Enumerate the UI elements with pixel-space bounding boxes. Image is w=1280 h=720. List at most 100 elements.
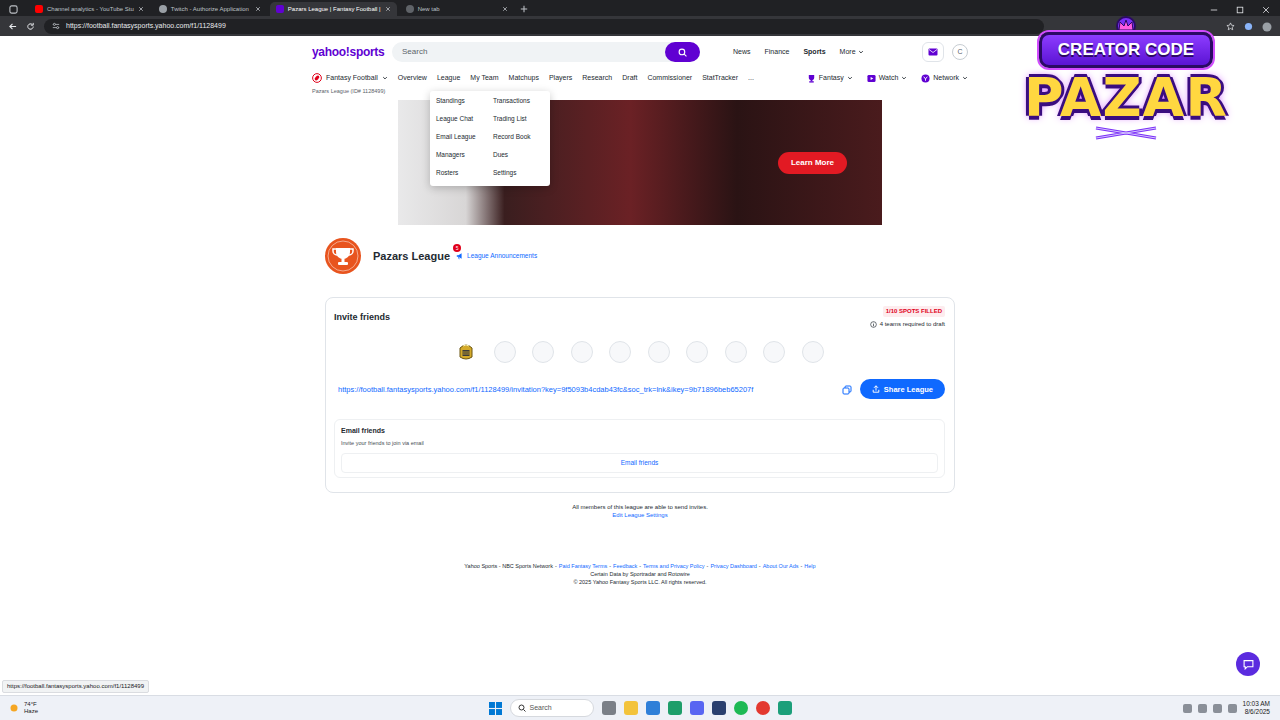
reload-icon[interactable] [26,14,35,38]
taskbar-search[interactable]: Search [510,699,594,717]
share-league-label: Share League [884,384,933,395]
profile-icon[interactable] [1262,14,1272,38]
header-link[interactable]: More [840,47,864,58]
search-input[interactable] [392,46,665,58]
menu-item[interactable]: Dues [493,146,544,164]
browser-tab[interactable]: Pazars League | Fantasy Football | [270,2,397,16]
browser-app-icon[interactable] [756,701,770,715]
league-nav-item[interactable]: Draft [622,73,637,84]
close-icon[interactable] [1262,0,1270,21]
fantasy-football-menu[interactable]: Fantasy Football [312,73,388,84]
crossed-swords-icon [1086,126,1166,140]
football-icon [312,73,322,83]
footer-separator: - [555,563,557,569]
tab-close-icon[interactable] [138,6,144,12]
menu-column: StandingsLeague ChatEmail LeagueManagers… [436,92,487,182]
menu-item[interactable]: Transactions [493,92,544,110]
footer-link[interactable]: Paid Fantasy Terms [559,563,608,569]
header-link[interactable]: News [733,47,751,58]
menu-item[interactable]: Settings [493,164,544,182]
menu-item[interactable]: Rosters [436,164,487,182]
league-nav-item[interactable]: LeagueStandingsLeague ChatEmail LeagueMa… [437,73,460,84]
league-nav-item[interactable]: Players [549,73,572,84]
league-announcements-link[interactable]: League Announcements 5 [456,251,537,261]
copy-icon[interactable] [842,377,852,401]
footer-link[interactable]: Help [804,563,815,569]
header-link[interactable]: Finance [765,47,790,58]
bookmark-star-icon[interactable] [1226,14,1235,38]
league-nav-item[interactable]: Overview [398,73,427,84]
weather-condition: Haze [24,708,38,715]
search-button[interactable] [665,42,700,62]
task-view-icon[interactable] [602,701,616,715]
draft-requirement: 4 teams required to draft [870,320,945,329]
chat-button[interactable] [1236,652,1260,676]
weather-widget[interactable]: 74°F Haze [0,701,489,715]
league-nav-label: My Team [470,74,498,81]
menu-item[interactable]: Trading List [493,110,544,128]
back-icon[interactable] [8,14,17,38]
tab-close-icon[interactable] [502,6,508,12]
profile-avatar[interactable]: C [952,44,968,60]
maximize-icon[interactable] [1236,0,1244,21]
edit-league-settings-link[interactable]: Edit League Settings [612,512,667,518]
browser-tab[interactable]: Twitch - Authorize Application [153,2,267,16]
learn-more-button[interactable]: Learn More [778,152,847,174]
email-friends-button[interactable]: Email friends [341,453,938,473]
windows-start-icon[interactable] [489,696,502,720]
footer-link[interactable]: About Our Ads [763,563,799,569]
clock[interactable]: 10:03 AM 8/6/2025 [1243,700,1270,716]
tray-app-icon[interactable] [1183,704,1192,713]
minimize-icon[interactable] [1210,0,1218,21]
footer-link[interactable]: Yahoo Sports - NBC Sports Network [464,563,553,569]
network-label: Network [933,73,959,84]
steam-icon[interactable] [712,701,726,715]
chrome-icon[interactable] [668,701,682,715]
mail-icon[interactable] [922,42,944,62]
footer-separator: - [609,563,611,569]
volume-icon[interactable] [1228,704,1237,713]
tray-app-icon[interactable] [1198,704,1207,713]
league-nav-item[interactable]: Commissioner [647,73,692,84]
members-note: All members of this league are able to s… [312,503,968,511]
menu-item[interactable]: Record Book [493,128,544,146]
league-nav-item[interactable]: StatTracker [702,73,738,84]
fantasy-menu[interactable]: Fantasy [807,73,853,84]
spotify-icon[interactable] [734,701,748,715]
network-menu[interactable]: Network [921,73,968,84]
menu-item[interactable]: League Chat [436,110,487,128]
menu-item[interactable]: Managers [436,146,487,164]
obs-icon[interactable] [778,701,792,715]
footer-link[interactable]: Feedback [613,563,637,569]
browser-tab[interactable]: Channel analytics - YouTube Stu [29,2,150,16]
league-nav-item[interactable]: Matchups [509,73,539,84]
league-nav-item[interactable]: ... [748,73,754,84]
league-dropdown-menu: StandingsLeague ChatEmail LeagueManagers… [430,91,550,186]
league-nav-item[interactable]: My Team [470,73,498,84]
tab-close-icon[interactable] [255,6,261,12]
menu-item[interactable]: Standings [436,92,487,110]
header-link[interactable]: Sports [803,47,825,58]
file-explorer-icon[interactable] [624,701,638,715]
discord-icon[interactable] [690,701,704,715]
wifi-icon[interactable] [1213,704,1222,713]
edge-icon[interactable] [646,701,660,715]
footer-link[interactable]: Privacy Dashboard [710,563,756,569]
browser-tab[interactable]: New tab [400,2,514,16]
new-tab-icon[interactable] [517,2,531,16]
tab-search-icon[interactable] [6,2,20,16]
extension-icon[interactable] [1244,14,1253,38]
share-league-button[interactable]: Share League [860,379,945,399]
league-nav-item[interactable]: Research [582,73,612,84]
watch-menu[interactable]: Watch [867,73,908,84]
creator-code-overlay: CREATOR CODE PAZAR [1012,15,1240,170]
menu-item[interactable]: Email League [436,128,487,146]
invite-link[interactable]: https://football.fantasysports.yahoo.com… [334,384,834,395]
site-info-icon[interactable] [52,21,60,32]
taskbar: 74°F Haze Search 10:03 AM 8/6/2025 [0,695,1280,720]
yahoo-network-nav: Fantasy Watch Network [807,73,968,84]
url-field[interactable]: https://football.fantasysports.yahoo.com… [44,19,1044,34]
yahoo-sports-logo[interactable]: yahoo!sports [312,43,392,61]
tab-close-icon[interactable] [385,6,391,12]
footer-link[interactable]: Terms and Privacy Policy [643,563,704,569]
